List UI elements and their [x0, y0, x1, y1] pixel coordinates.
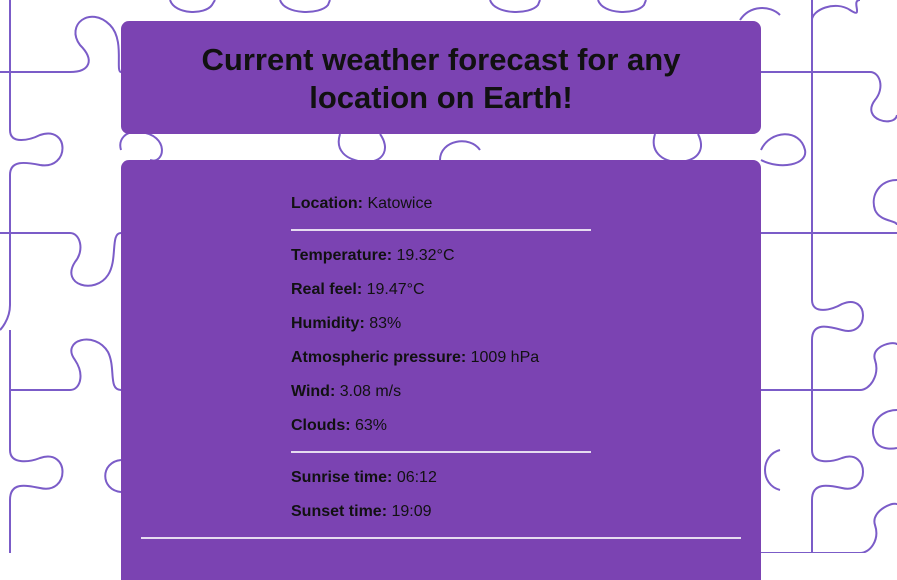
wind-value: 3.08 m/s [339, 383, 402, 400]
page-title: Current weather forecast for any locatio… [201, 42, 681, 115]
sunset-value: 19:09 [391, 503, 432, 520]
clouds-value: 63% [355, 417, 388, 434]
real-feel-row: Real feel: 19.47°C [291, 280, 425, 300]
pressure-label: Atmospheric pressure: [291, 349, 467, 366]
humidity-label: Humidity: [291, 315, 365, 332]
divider [291, 229, 591, 231]
temperature-row: Temperature: 19.32°C [291, 246, 455, 266]
footer-divider [141, 537, 741, 539]
sunset-row: Sunset time: 19:09 [291, 502, 432, 522]
wind-label: Wind: [291, 383, 336, 400]
sunset-label: Sunset time: [291, 503, 388, 520]
header-card: Current weather forecast for any locatio… [121, 21, 761, 134]
sunrise-row: Sunrise time: 06:12 [291, 468, 437, 488]
real-feel-label: Real feel: [291, 281, 363, 298]
sunrise-value: 06:12 [396, 469, 437, 486]
wind-row: Wind: 3.08 m/s [291, 382, 401, 402]
pressure-row: Atmospheric pressure: 1009 hPa [291, 348, 539, 368]
weather-card: Location: Katowice Temperature: 19.32°C … [121, 160, 761, 580]
location-row: Location: Katowice [291, 194, 432, 214]
humidity-row: Humidity: 83% [291, 314, 401, 334]
pressure-value: 1009 hPa [470, 349, 540, 366]
location-label: Location: [291, 195, 363, 212]
divider [291, 451, 591, 453]
clouds-row: Clouds: 63% [291, 416, 387, 436]
sunrise-label: Sunrise time: [291, 469, 393, 486]
temperature-value: 19.32°C [396, 247, 455, 264]
location-value: Katowice [367, 195, 433, 212]
temperature-label: Temperature: [291, 247, 393, 264]
humidity-value: 83% [369, 315, 402, 332]
real-feel-value: 19.47°C [366, 281, 425, 298]
clouds-label: Clouds: [291, 417, 351, 434]
